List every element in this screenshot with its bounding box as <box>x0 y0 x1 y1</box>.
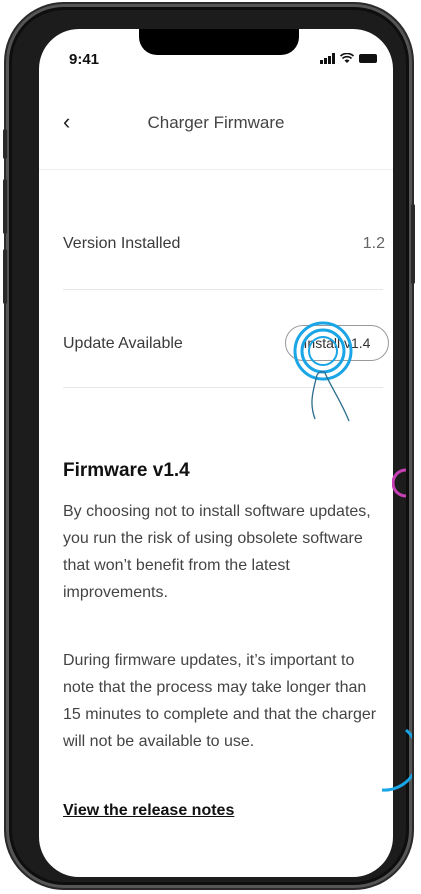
notch <box>139 29 299 55</box>
nav-bar: ‹ Charger Firmware <box>39 101 393 151</box>
wifi-icon <box>340 53 354 63</box>
install-button[interactable]: Install v1.4 <box>285 325 389 361</box>
row-divider <box>63 289 383 290</box>
update-row: Update Available Install v1.4 <box>63 325 393 365</box>
release-notes-link[interactable]: View the release notes <box>63 802 234 820</box>
status-icons <box>320 53 377 64</box>
signal-icon <box>320 53 335 64</box>
row-divider <box>63 387 383 388</box>
update-label: Update Available <box>63 335 183 352</box>
firmware-paragraph: During firmware updates, it’s important … <box>63 652 377 750</box>
header-divider <box>39 169 393 170</box>
battery-icon <box>359 54 377 63</box>
volume-down-button <box>3 249 7 304</box>
volume-up-button <box>3 179 7 234</box>
firmware-title: Firmware v1.4 <box>63 460 190 481</box>
version-row: Version Installed 1.2 <box>63 225 393 265</box>
status-time: 9:41 <box>69 51 100 68</box>
mute-switch <box>3 129 7 159</box>
page-title: Charger Firmware <box>147 113 285 132</box>
power-button <box>411 204 415 284</box>
firmware-paragraph: By choosing not to install software upda… <box>63 503 371 601</box>
version-value: 1.2 <box>362 235 385 252</box>
phone-frame: 9:41 ‹ Charger Firmware Version Installe… <box>3 4 415 888</box>
version-label: Version Installed <box>63 235 181 252</box>
phone-screen: 9:41 ‹ Charger Firmware Version Installe… <box>39 29 393 877</box>
